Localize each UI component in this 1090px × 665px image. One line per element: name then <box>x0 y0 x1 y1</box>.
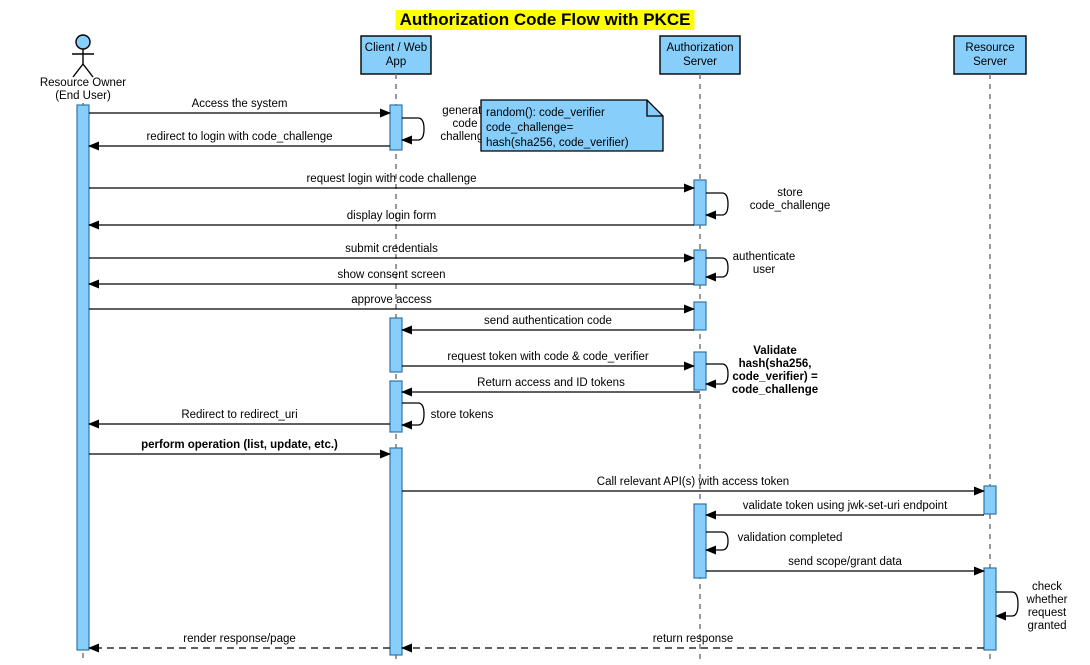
self-message-s4 <box>705 363 729 389</box>
self-message-label: Validate <box>753 345 796 357</box>
self-message-label: code_verifier) = <box>732 371 818 383</box>
activation-bar-client <box>389 447 403 656</box>
message-label: submit credentials <box>345 243 438 255</box>
participant-resource-owner[interactable] <box>72 34 94 78</box>
actor-head-icon <box>75 34 91 50</box>
diagram-title: Authorization Code Flow with PKCE <box>400 10 691 29</box>
message-label: redirect to login with code_challenge <box>146 131 332 143</box>
self-message-label: whether <box>1026 594 1068 606</box>
message-label: Call relevant API(s) with access token <box>597 476 789 488</box>
self-message-s2 <box>705 192 729 220</box>
message-label: request login with code challenge <box>306 173 476 185</box>
activation-bar-client <box>389 317 403 373</box>
activation-bar-auth <box>693 179 707 226</box>
participant-label: Client / Web <box>365 42 427 54</box>
self-message-s6 <box>705 531 729 555</box>
self-message-label: store tokens <box>431 409 494 421</box>
message-label: Access the system <box>192 98 288 110</box>
self-message-label: user <box>753 264 776 276</box>
activation-bar-auth <box>693 503 707 579</box>
self-message-s5 <box>401 402 425 430</box>
message-label: validate token using jwk-set-uri endpoin… <box>743 500 948 512</box>
participant-label: (End User) <box>55 90 111 102</box>
note-line: hash(sha256, code_verifier) <box>486 137 629 149</box>
self-message-arrow <box>705 192 729 220</box>
message-label: perform operation (list, update, etc.) <box>141 439 338 451</box>
self-message-label: granted <box>1027 620 1066 632</box>
activation-bar-resource <box>983 485 997 515</box>
self-message-arrow <box>401 117 425 145</box>
self-message-label: code_challenge <box>750 200 831 212</box>
self-message-arrow <box>705 363 729 389</box>
self-message-s7 <box>995 591 1019 621</box>
message-label: render response/page <box>183 633 296 645</box>
self-message-s3 <box>705 257 729 282</box>
activation-bar-auth <box>693 351 707 391</box>
message-label: send scope/grant data <box>788 556 902 568</box>
activation-bar-client <box>389 380 403 433</box>
self-message-label: authenticate <box>733 251 796 263</box>
sequence-diagram: Authorization Code Flow with PKCE Resourc… <box>0 0 1090 665</box>
participant-label: Resource <box>965 42 1014 54</box>
message-label: request token with code & code_verifier <box>447 351 649 363</box>
self-message-s1 <box>401 117 425 145</box>
participant-label: Resource Owner <box>40 77 126 89</box>
self-message-label: code_challenge <box>732 384 818 396</box>
participant-label: Authorization <box>666 42 733 54</box>
note-line: random(): code_verifier <box>486 107 605 119</box>
participant-label: Server <box>973 56 1007 68</box>
note-line: code_challenge= <box>486 122 574 134</box>
message-label: Redirect to redirect_uri <box>181 409 297 421</box>
self-message-arrow <box>401 402 425 430</box>
message-label: Return access and ID tokens <box>477 377 625 389</box>
self-message-arrow <box>705 531 729 555</box>
message-label: return response <box>653 633 734 645</box>
diagram-canvas: Authorization Code Flow with PKCE Resourc… <box>40 10 1068 660</box>
participant-label: App <box>386 56 406 68</box>
self-message-label: hash(sha256, <box>739 358 812 370</box>
self-message-label: check <box>1032 581 1062 593</box>
participant-label: Server <box>683 56 717 68</box>
activation-bar-resource <box>983 567 997 651</box>
self-message-label: store <box>777 187 803 199</box>
self-message-label: request <box>1028 607 1067 619</box>
activation-bar-client <box>389 104 403 151</box>
activation-bar-auth <box>693 301 707 331</box>
self-message-label: validation completed <box>738 532 843 544</box>
self-message-label: code <box>453 118 478 130</box>
activation-bar-owner <box>76 104 90 651</box>
message-label: display login form <box>347 210 436 222</box>
message-label: show consent screen <box>337 269 445 281</box>
self-message-arrow <box>995 591 1019 621</box>
self-message-arrow <box>705 257 729 282</box>
message-label: send authentication code <box>484 315 612 327</box>
activation-bar-auth <box>693 249 707 286</box>
message-label: approve access <box>351 294 432 306</box>
